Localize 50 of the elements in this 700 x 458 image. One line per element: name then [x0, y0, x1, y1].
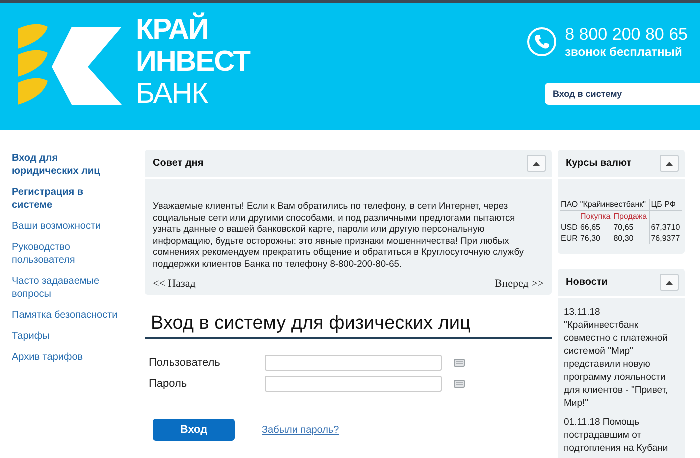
caret-icon	[666, 162, 673, 166]
prev-link[interactable]: << Назад	[153, 278, 196, 290]
sidebar-link[interactable]: Памятка безопасности	[12, 309, 122, 322]
sidebar-link[interactable]: Часто задаваемые вопросы	[12, 275, 122, 301]
sidebar-link[interactable]: Вход для юридических лиц	[12, 152, 122, 178]
collapse-button[interactable]	[660, 274, 679, 291]
phone-number: 8 800 200 80 65	[565, 25, 688, 45]
sidebar-link[interactable]: Тарифы	[12, 330, 122, 343]
tip-text: Уважаемые клиенты! Если к Вам обратились по телефону, в сети Интернет, через социальные сети или другими способами, и под различными предлогами пытаются узнать данные о вашей банковской карте, пароли или другую персональную информацию, будьте осторожны: это явные признаки мошенничества! При любых сомнениях рекомендуем прекратить общение и обратиться в Круглосуточную службу поддержки клиентов Банка по телефону 8-800-200-80-65.	[153, 201, 525, 270]
login-link[interactable]: Вход в систему	[545, 83, 700, 105]
table-cell: 80,30	[612, 233, 650, 244]
phone-note: звонок бесплатный	[565, 45, 684, 59]
phone-icon	[527, 27, 558, 57]
next-link[interactable]: Вперед >>	[494, 278, 544, 290]
sidebar-link[interactable]: Регистрация в системе	[12, 186, 122, 212]
news-item[interactable]: 13.11.18 "Крайинвестбанк совместно с платежной системой "Мир" представили новую программу лояльности для клиентов - "Привет, Мир!"	[564, 306, 679, 410]
table-cell-text: USD	[560, 222, 579, 233]
table-header: ПАО "Крайинвестбанк"	[560, 199, 650, 210]
logo-text: БАНК	[136, 78, 210, 111]
sidebar-link[interactable]: Архив тарифов	[12, 351, 122, 364]
sidebar-link[interactable]: Ваши возможности	[12, 220, 122, 233]
panel-title: Совет дня	[153, 158, 204, 169]
caret-icon	[533, 162, 540, 166]
table-cell: 70,65	[612, 222, 650, 233]
panel-title: Курсы валют	[566, 158, 632, 169]
form-title: Вход в систему для физических лиц	[151, 313, 472, 336]
keyboard-icon[interactable]	[454, 359, 465, 367]
logo-text: КРАЙ	[136, 15, 210, 47]
table-cell-text: 66,65	[579, 222, 602, 233]
collapse-button[interactable]	[527, 155, 546, 172]
keyboard-icon[interactable]	[454, 380, 465, 388]
table-cell-text: 76,30	[579, 233, 602, 244]
news-item[interactable]: 01.11.18 Помощь пострадавшим от подтопления на Кубани	[564, 416, 679, 455]
table-header: Продажа	[612, 210, 650, 222]
input-field[interactable]	[265, 376, 442, 392]
caret-icon	[666, 280, 673, 284]
input-field[interactable]	[265, 355, 442, 371]
forgot-password-link[interactable]: Забыли пароль?	[262, 424, 340, 436]
table-header: ЦБ РФ	[650, 199, 682, 210]
collapse-button[interactable]	[660, 155, 679, 172]
sidebar-link[interactable]: Руководство пользователя	[12, 241, 122, 267]
logo-text: ИНВЕСТ	[136, 46, 250, 79]
field-label: Пользователь	[149, 357, 222, 369]
table-header: Покупка	[579, 211, 612, 222]
panel-title: Новости	[566, 277, 608, 288]
table-cell: 76,9377	[650, 233, 682, 244]
table-cell: 67,3710	[650, 222, 682, 233]
login-button[interactable]: Вход	[153, 419, 235, 441]
field-label: Пароль	[149, 378, 188, 390]
table-cell-text: EUR	[560, 233, 579, 244]
